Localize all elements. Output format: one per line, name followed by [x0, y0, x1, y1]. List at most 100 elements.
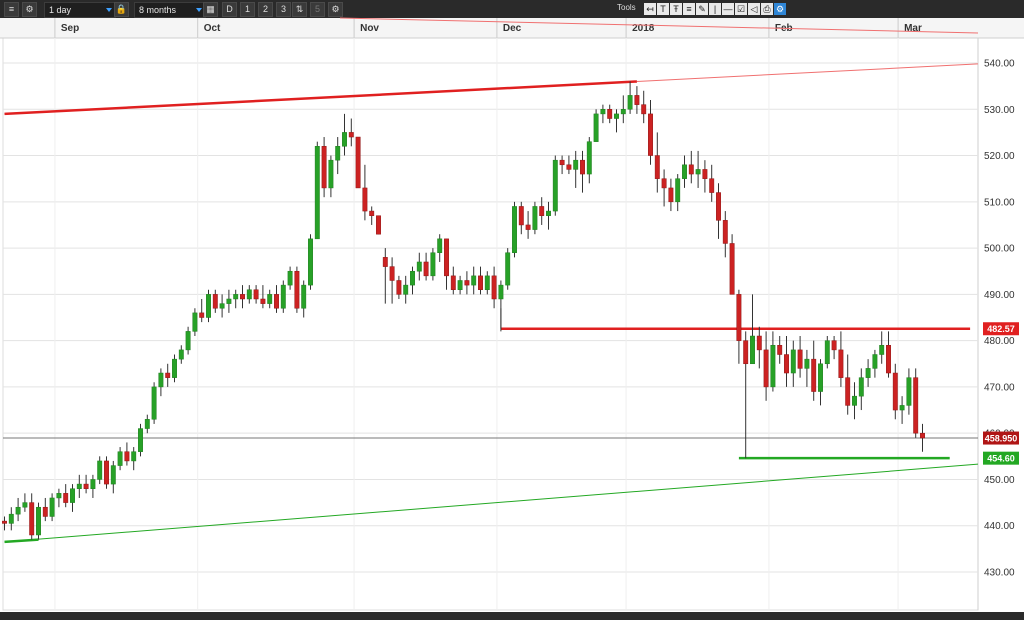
price-tag-label: 482.57 — [987, 324, 1015, 334]
candle-body — [682, 164, 687, 179]
y-tick-label: 490.00 — [984, 290, 1015, 301]
candle-body — [770, 345, 776, 388]
candle-body — [36, 506, 41, 536]
candle-body — [117, 451, 123, 466]
candle-body — [104, 460, 109, 485]
candle-body — [335, 146, 341, 161]
candle-body — [824, 340, 830, 365]
candle-body — [15, 506, 21, 515]
candle-body — [328, 159, 334, 189]
y-tick-label: 440.00 — [984, 521, 1015, 532]
y-tick-label: 500.00 — [984, 244, 1015, 255]
candle-body — [124, 451, 130, 462]
candle-body — [702, 169, 708, 179]
candle-body — [729, 243, 735, 295]
candle-body — [763, 349, 769, 388]
candle-body — [280, 284, 286, 309]
candle-body — [722, 220, 728, 244]
candle-body — [688, 164, 694, 175]
support-trendline-line — [4, 463, 979, 543]
candle-body — [70, 488, 75, 503]
y-tick-label: 430.00 — [984, 568, 1015, 579]
candle-body — [267, 294, 273, 304]
candle-body — [539, 206, 545, 216]
candle-body — [308, 238, 313, 286]
candle-body — [620, 109, 626, 115]
candle-body — [410, 270, 415, 286]
candle-body — [260, 298, 266, 304]
candle-body — [430, 252, 436, 277]
candle-body — [76, 483, 82, 489]
candle-body — [457, 280, 463, 290]
price-chart[interactable]: SepOctNovDec2018FebMar 540.00530.00520.0… — [0, 0, 1024, 620]
candle-body — [818, 363, 823, 392]
candle-body — [437, 238, 443, 253]
resistance-trendline-extension-line — [636, 63, 979, 83]
candle-body — [287, 270, 293, 286]
month-label: Mar — [904, 23, 922, 34]
month-label: Dec — [503, 23, 522, 34]
candle-body — [593, 113, 599, 142]
candle-body — [464, 280, 470, 286]
y-tick-label: 520.00 — [984, 151, 1015, 162]
candle-body — [294, 270, 300, 309]
candle-body — [790, 349, 796, 374]
candle-body — [484, 275, 490, 290]
y-tick-label: 450.00 — [984, 475, 1015, 486]
candle-body — [369, 210, 375, 216]
candle-body — [246, 289, 252, 300]
bottom-navigation-bar[interactable] — [0, 612, 1024, 620]
candle-body — [634, 95, 640, 105]
candle-body — [253, 289, 259, 300]
candle-body — [423, 261, 429, 277]
candle-body — [498, 284, 504, 300]
candle-body — [138, 428, 143, 452]
candle-body — [471, 275, 477, 286]
candle-body — [478, 275, 483, 290]
candle-body — [83, 483, 89, 489]
candle-body — [879, 345, 885, 355]
trendlines — [3, 17, 979, 544]
candle-body — [321, 146, 327, 189]
candle-body — [505, 252, 511, 286]
month-label: Nov — [360, 23, 379, 34]
candle-body — [90, 479, 96, 489]
candle-body — [648, 113, 653, 156]
candle-body — [274, 294, 279, 309]
candle-body — [552, 159, 558, 212]
month-label: Sep — [61, 23, 79, 34]
candle-body — [777, 345, 783, 355]
candle-body — [450, 275, 456, 290]
candle-body — [512, 206, 517, 253]
candle-body — [532, 206, 538, 230]
candle-body — [416, 261, 422, 272]
candle-body — [858, 377, 864, 397]
candle-body — [396, 280, 402, 295]
candle-body — [491, 275, 497, 300]
candle-body — [627, 95, 633, 110]
candle-body — [212, 294, 218, 309]
candle-body — [831, 340, 837, 351]
candle-body — [614, 113, 619, 119]
candle-body — [226, 298, 232, 304]
candle-body — [756, 335, 762, 351]
candle-body — [444, 238, 449, 277]
price-tag-label: 454.60 — [987, 454, 1015, 464]
candle-body — [899, 405, 905, 411]
candle-body — [178, 349, 184, 360]
candle-body — [920, 432, 925, 439]
plot-frame — [2, 37, 979, 611]
candle-body — [600, 109, 606, 115]
candle-body — [376, 215, 381, 235]
candle-body — [389, 266, 395, 281]
candle-body — [886, 345, 891, 374]
candle-body — [192, 312, 198, 332]
candle-body — [49, 497, 55, 517]
candle-body — [342, 132, 347, 147]
candle-body — [580, 159, 585, 175]
candle-body — [716, 192, 721, 221]
price-axis: 540.00 530.00 520.00 510.00 500.00 490.00 480.… — [984, 59, 1015, 579]
candle-body — [403, 284, 409, 295]
candle-body — [668, 187, 674, 203]
candle-body — [382, 257, 388, 267]
